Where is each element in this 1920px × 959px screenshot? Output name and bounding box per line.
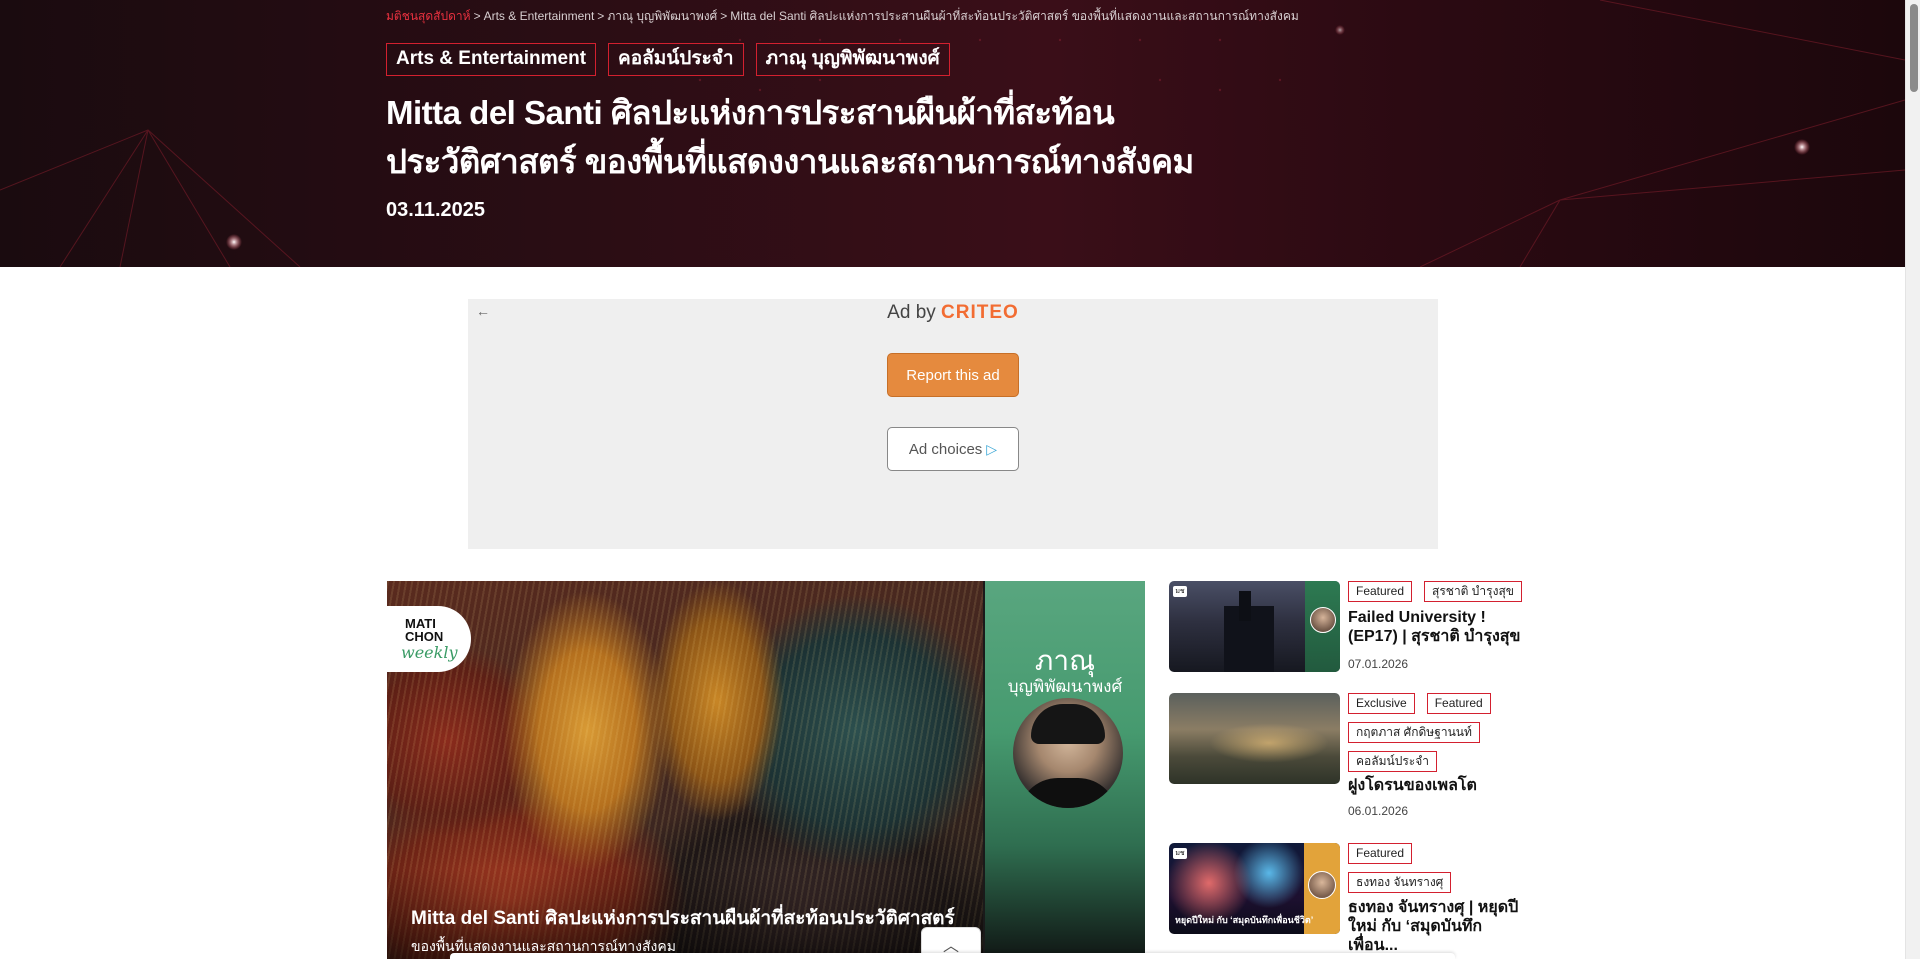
- tag-arts-entertainment[interactable]: Arts & Entertainment: [386, 43, 597, 76]
- related-article-1[interactable]: มช Featured สุรชาติ บำรุงสุข Failed Univ…: [1169, 581, 1522, 676]
- related-date-1: 07.01.2026: [1348, 657, 1409, 671]
- scrollbar-thumb[interactable]: [1910, 4, 1918, 92]
- related-thumbnail-1[interactable]: มช: [1169, 581, 1340, 672]
- breadcrumb-author-link[interactable]: ภาณุ บุญพิพัฒนาพงศ์: [607, 9, 717, 23]
- tag-featured[interactable]: Featured: [1426, 693, 1491, 714]
- breadcrumb-separator: >: [597, 9, 605, 23]
- logo-text-chon: CHON: [405, 629, 444, 644]
- related-title-1[interactable]: Failed University ! (EP17) | สุรชาติ บำร…: [1348, 608, 1523, 646]
- report-ad-button[interactable]: Report this ad: [887, 353, 1019, 397]
- breadcrumb-category-link[interactable]: Arts & Entertainment: [484, 9, 595, 23]
- related-article-2[interactable]: Exclusive Featured กฤตภาส ศักดิษฐานนท์ ค…: [1169, 693, 1519, 823]
- author-panel-surname: บุญพิพัฒนาพงศ์: [1007, 677, 1123, 696]
- related-thumbnail-2[interactable]: [1169, 693, 1340, 784]
- thumb-logo-badge: มช: [1173, 848, 1187, 859]
- related-date-2: 06.01.2026: [1348, 804, 1409, 818]
- article-tags: Arts & Entertainment คอลัมน์ประจำ ภาณุ บ…: [386, 43, 950, 76]
- ad-by-label: Ad by: [887, 302, 936, 323]
- tag-author[interactable]: สุรชาติ บำรุงสุข: [1424, 581, 1522, 602]
- thumb-author-avatar: [1308, 871, 1336, 899]
- author-portrait: [1013, 698, 1123, 808]
- thumb-city-glow: [1209, 723, 1329, 763]
- tag-featured[interactable]: Featured: [1348, 581, 1413, 602]
- thumb-logo-badge: มช: [1173, 586, 1187, 597]
- article-date: 03.11.2025: [386, 199, 485, 221]
- adchoices-icon: ▷: [986, 440, 998, 457]
- breadcrumb-separator: >: [720, 9, 728, 23]
- logo-text-weekly: weekly: [401, 643, 458, 662]
- related-tags-1: Featured สุรชาติ บำรุงสุข: [1348, 581, 1523, 602]
- article-title-line-1: Mitta del Santi ศิลปะแห่งการประสานผืนผ้า…: [386, 94, 1115, 131]
- article-cover-image: ภาณุ บุญพิพัฒนาพงศ์ MATI CHON weekly Mit…: [387, 581, 1145, 959]
- article-hero: มติชนสุดสัปดาห์ > Arts & Entertainment > ภาณ…: [0, 0, 1905, 267]
- related-tags-3: Featured ธงทอง จันทรางศุ: [1348, 843, 1523, 893]
- thumb-caption: หยุดปีใหม่ กับ ‘สมุดบันทึกเพื่อนชีวิต’: [1175, 915, 1314, 925]
- tag-author[interactable]: ภาณุ บุญพิพัฒนาพงศ์: [755, 43, 950, 76]
- portrait-shirt: [1018, 778, 1118, 808]
- related-title-2[interactable]: ฝูงโดรนของเพลโต: [1348, 776, 1523, 795]
- article-title-line-2: ประวัติศาสตร์ ของพื้นที่แสดงงานและสถานกา…: [386, 143, 1194, 180]
- breadcrumb-home-link[interactable]: มติชนสุดสัปดาห์: [386, 9, 471, 23]
- related-thumbnail-3[interactable]: มช หยุดปีใหม่ กับ ‘สมุดบันทึกเพื่อนชีวิต…: [1169, 843, 1340, 934]
- related-article-3[interactable]: มช หยุดปีใหม่ กับ ‘สมุดบันทึกเพื่อนชีวิต…: [1169, 843, 1519, 959]
- image-caption-title: Mitta del Santi ศิลปะแห่งการประสานผืนผ้า…: [411, 908, 955, 929]
- tag-author[interactable]: ธงทอง จันทรางศุ: [1348, 872, 1452, 893]
- related-tags-2: Exclusive Featured กฤตภาส ศักดิษฐานนท์ ค…: [1348, 693, 1523, 772]
- page-scrollbar[interactable]: [1905, 0, 1920, 959]
- article-title: Mitta del Santi ศิลปะแห่งการประสานผืนผ้า…: [386, 88, 1286, 186]
- breadcrumb: มติชนสุดสัปดาห์ > Arts & Entertainment > ภาณ…: [386, 7, 1299, 26]
- ad-choices-button[interactable]: Ad choices ▷: [887, 427, 1019, 471]
- ad-choices-label: Ad choices: [908, 440, 983, 458]
- tag-author[interactable]: กฤตภาส ศักดิษฐานนท์: [1348, 722, 1480, 743]
- breadcrumb-separator: >: [473, 9, 481, 23]
- thumb-author-avatar: [1310, 607, 1336, 633]
- tag-featured[interactable]: Featured: [1348, 843, 1413, 864]
- portrait-hair: [1031, 704, 1105, 744]
- breadcrumb-current: Mitta del Santi ศิลปะแห่งการประสานผืนผ้า…: [730, 9, 1299, 23]
- tag-column[interactable]: คอลัมน์ประจำ: [608, 43, 744, 76]
- criteo-logo: CRITEO: [941, 302, 1019, 323]
- page: มติชนสุดสัปดาห์ > Arts & Entertainment > ภาณ…: [0, 0, 1920, 959]
- related-title-3[interactable]: ธงทอง จันทรางศุ | หยุดปีใหม่ กับ ‘สมุดบั…: [1348, 898, 1523, 955]
- author-panel: ภาณุ บุญพิพัฒนาพงศ์: [985, 581, 1145, 959]
- tag-exclusive[interactable]: Exclusive: [1348, 693, 1415, 714]
- thumb-tower: [1239, 591, 1251, 621]
- ad-banner: ← Ad by CRITEO Report this ad Ad choices…: [468, 299, 1438, 549]
- matichon-weekly-logo: MATI CHON weekly: [387, 606, 471, 672]
- ad-attribution: Ad by CRITEO: [468, 302, 1438, 324]
- tag-column[interactable]: คอลัมน์ประจำ: [1348, 751, 1437, 772]
